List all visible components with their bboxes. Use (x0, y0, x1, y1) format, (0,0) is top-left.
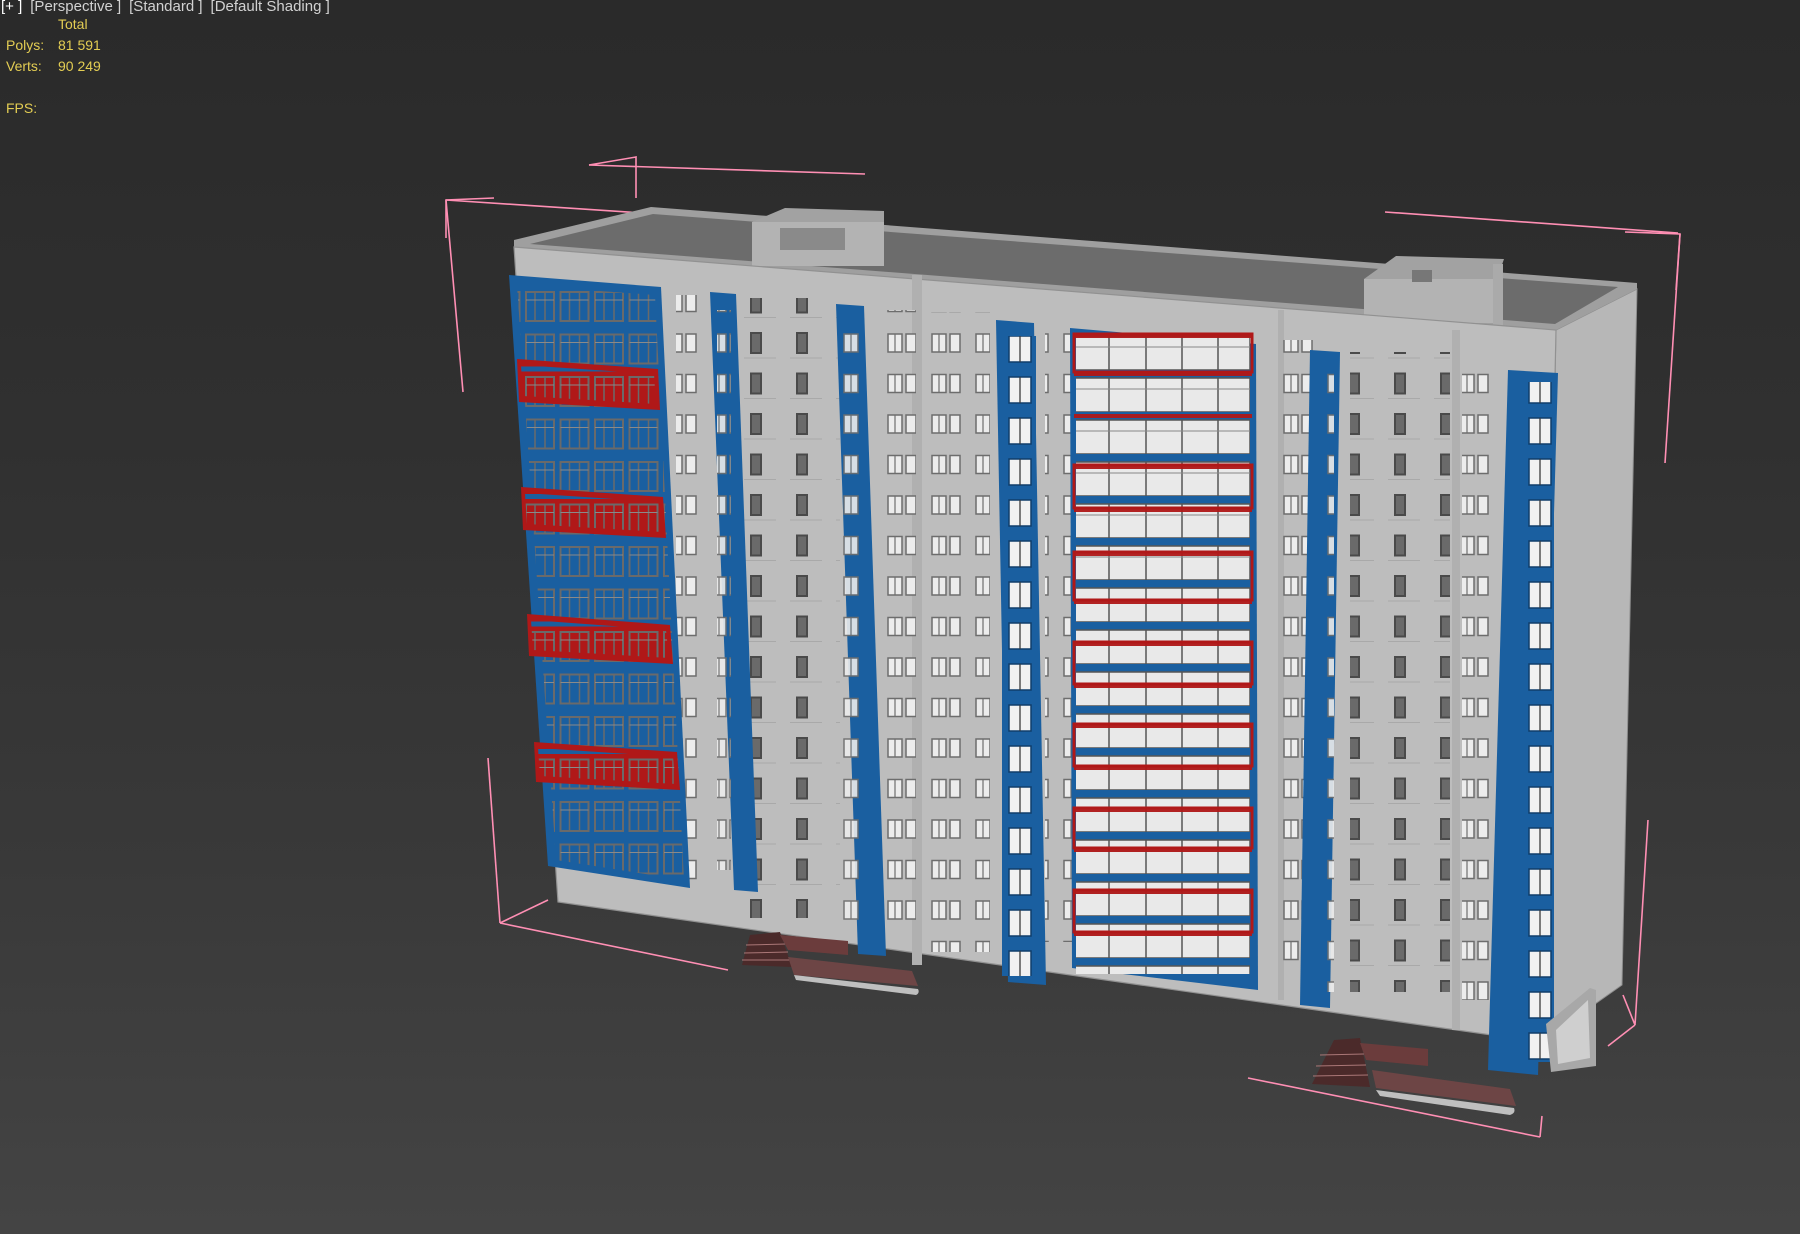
scene-statistics: Total Polys: 81 591 Verts: 90 249 FPS: (6, 14, 101, 119)
viewport-shading-style-menu[interactable]: [Standard ] (128, 0, 203, 18)
stats-polys-label: Polys: (6, 37, 45, 53)
stats-verts-label: Verts: (6, 58, 42, 74)
perspective-viewport[interactable]: [+ ] [Perspective ] [Standard ] [Default… (0, 0, 1800, 1234)
window-column-5 (1350, 352, 1502, 1000)
stats-fps-label: FPS: (6, 100, 38, 116)
stats-verts-value: 90 249 (58, 58, 101, 74)
stats-fps-row: FPS: (6, 98, 101, 119)
stats-polys-value: 81 591 (58, 37, 101, 53)
viewport-shading-mode-menu[interactable]: [Default Shading ] (210, 0, 331, 18)
entrance-stairs-right (1312, 1038, 1516, 1115)
stats-polys-row: Polys: 81 591 (6, 35, 101, 56)
window-column-3 (880, 310, 990, 952)
balcony-stack-center (1070, 328, 1258, 990)
stats-total-header: Total (58, 16, 88, 32)
balcony-stack-left (509, 275, 690, 888)
scene-canvas[interactable] (0, 0, 1800, 1234)
stats-verts-row: Verts: 90 249 (6, 56, 101, 77)
